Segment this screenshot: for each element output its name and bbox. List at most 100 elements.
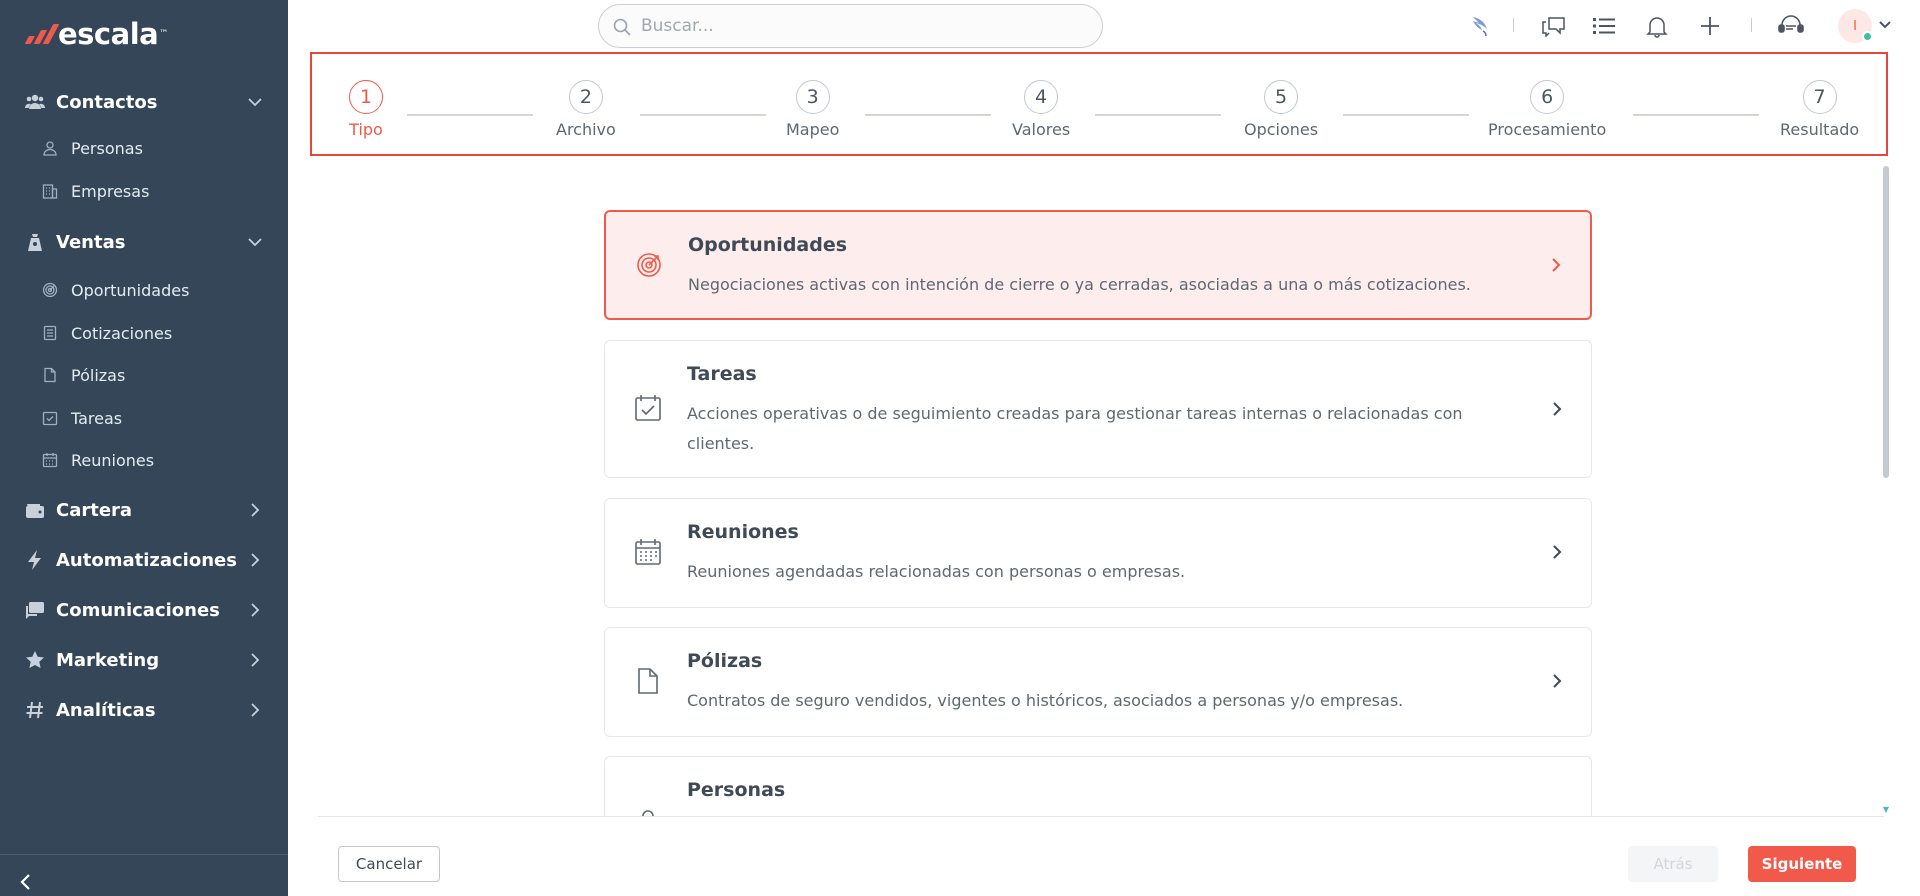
chevron-right-icon [246,501,264,519]
sales-icon [24,231,46,253]
option-card-personas[interactable]: Personas [604,756,1592,816]
option-description: Reuniones agendadas relacionadas con per… [687,562,1186,581]
option-description: Acciones operativas o de seguimiento cre… [687,404,1463,453]
option-card-polizas[interactable]: Pólizas Contratos de seguro vendidos, vi… [604,627,1592,737]
chevron-right-icon [246,551,264,569]
sidebar-section-marketing[interactable]: Marketing [0,640,288,680]
scroll-down-arrow-icon[interactable]: ▼ [1882,806,1890,814]
sidebar-item-polizas[interactable]: Pólizas [0,357,288,393]
step-mapeo[interactable]: 3 Mapeo [786,80,839,139]
chevron-down-icon [246,233,264,251]
header-divider [1751,18,1752,32]
target-icon [634,250,664,280]
sidebar-section-label: Cartera [56,499,133,521]
avatar-initial: I [1853,18,1857,34]
sidebar-section-contactos[interactable]: Contactos [0,82,288,122]
sidebar-section-cartera[interactable]: Cartera [0,490,288,530]
task-check-icon [633,393,663,423]
import-type-options: Oportunidades Negociaciones activas con … [318,162,1884,816]
step-label: Mapeo [786,120,840,139]
step-connector [1343,114,1469,116]
sidebar-section-ventas[interactable]: Ventas [0,222,288,262]
building-icon [41,182,59,200]
scrollbar-thumb[interactable] [1883,166,1889,478]
target-icon [41,281,59,299]
step-number: 1 [349,80,383,114]
header-divider [1513,18,1514,32]
step-number: 3 [795,80,830,114]
option-title: Reuniones [687,521,799,543]
file-icon [633,666,663,696]
logo-mark-icon [24,24,60,44]
step-procesamiento[interactable]: 6 Procesamiento [1488,80,1606,139]
step-resultado[interactable]: 7 Resultado [1780,80,1859,139]
bird-icon[interactable] [1467,12,1495,40]
step-connector [1095,114,1221,116]
document-list-icon [41,324,59,342]
step-label: Archivo [556,120,616,139]
step-number: 2 [568,80,603,114]
step-opciones[interactable]: 5 Opciones [1244,80,1318,139]
next-button[interactable]: Siguiente [1748,846,1856,882]
bell-icon[interactable] [1643,12,1671,40]
back-button[interactable]: Atrás [1628,846,1718,882]
sidebar-section-comunicaciones[interactable]: Comunicaciones [0,590,288,630]
step-connector [865,114,991,116]
option-title: Personas [687,779,786,801]
sidebar-section-label: Contactos [56,91,158,113]
support-icon[interactable] [1777,12,1805,40]
step-archivo[interactable]: 2 Archivo [556,80,616,139]
option-description: Contratos de seguro vendidos, vigentes o… [687,691,1404,710]
task-check-icon [41,409,59,427]
bolt-icon [24,549,46,571]
search-input[interactable] [641,13,1081,39]
sidebar-item-label: Pólizas [71,365,126,385]
step-label: Opciones [1244,120,1319,139]
person-icon [633,807,663,816]
calendar-icon [633,537,663,567]
sidebar-item-label: Cotizaciones [71,323,173,343]
step-number: 4 [1024,80,1059,114]
option-card-tareas[interactable]: Tareas Acciones operativas o de seguimie… [604,340,1592,478]
chevron-down-icon[interactable] [1878,18,1892,32]
option-title: Oportunidades [688,234,848,256]
sidebar-section-label: Analíticas [56,699,156,721]
plus-icon[interactable] [1696,12,1724,40]
collapse-sidebar-button[interactable] [14,870,38,894]
escala-logo[interactable]: escala ™ [24,16,169,52]
sidebar-item-cotizaciones[interactable]: Cotizaciones [0,315,288,351]
logo-trademark: ™ [159,29,169,39]
chevron-left-icon [20,874,30,890]
import-stepper: 1 Tipo 2 Archivo 3 Mapeo 4 Valores 5 Opc… [310,52,1888,156]
option-card-oportunidades[interactable]: Oportunidades Negociaciones activas con … [604,210,1592,320]
sidebar-item-personas[interactable]: Personas [0,130,288,166]
search-icon [613,18,631,36]
sidebar-section-automatizaciones[interactable]: Automatizaciones [0,540,288,580]
step-label: Procesamiento [1488,120,1607,139]
logo-text: escala [58,17,159,51]
sidebar-section-analiticas[interactable]: Analíticas [0,690,288,730]
sidebar-item-oportunidades[interactable]: Oportunidades [0,272,288,308]
sidebar-item-tareas[interactable]: Tareas [0,400,288,436]
list-icon[interactable] [1590,12,1618,40]
search-bar[interactable] [598,4,1103,48]
step-connector [1633,114,1759,116]
step-tipo[interactable]: 1 Tipo [349,80,383,139]
option-card-reuniones[interactable]: Reuniones Reuniones agendadas relacionad… [604,498,1592,608]
online-status-dot [1862,31,1873,42]
content-scrollbar[interactable]: ▼ [1882,166,1890,816]
sidebar-item-label: Tareas [71,408,123,428]
sidebar-item-label: Personas [71,138,143,158]
messages-icon[interactable] [1540,12,1568,40]
step-valores[interactable]: 4 Valores [1012,80,1070,139]
sidebar-section-label: Marketing [56,649,160,671]
sidebar-divider [0,854,288,855]
sidebar-item-reuniones[interactable]: Reuniones [0,442,288,478]
sidebar-item-label: Reuniones [71,450,155,470]
calendar-icon [41,451,59,469]
chevron-right-icon [1549,544,1565,560]
sidebar-section-label: Comunicaciones [56,599,220,621]
sidebar-item-empresas[interactable]: Empresas [0,173,288,209]
user-avatar[interactable]: I [1838,9,1873,43]
cancel-button[interactable]: Cancelar [338,846,440,882]
